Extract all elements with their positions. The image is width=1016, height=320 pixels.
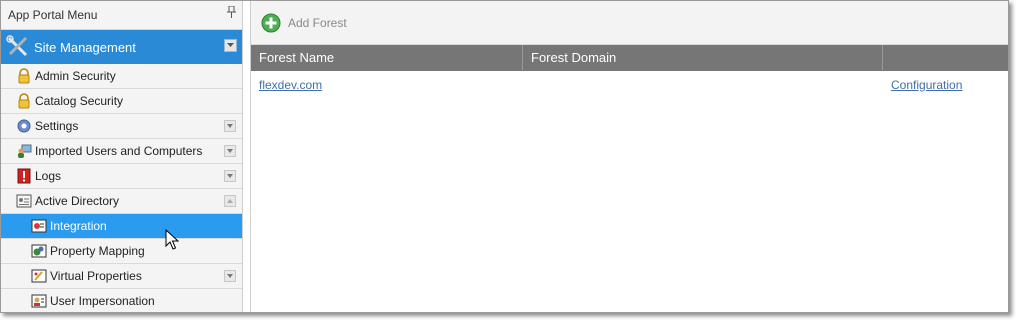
expand-toggle[interactable] — [224, 145, 236, 157]
toolbar: Add Forest — [251, 1, 1008, 45]
user-impersonation-icon — [31, 294, 47, 308]
sidebar-item-label: Settings — [35, 119, 79, 133]
column-actions — [883, 45, 1008, 71]
sidebar-item-catalog-security[interactable]: Catalog Security — [1, 89, 242, 114]
sidebar-item-active-directory[interactable]: Active Directory — [1, 189, 242, 214]
expand-toggle[interactable] — [224, 170, 236, 182]
lock-icon — [18, 68, 30, 84]
sidebar-item-label: User Impersonation — [50, 294, 155, 308]
sidebar-item-label: Logs — [35, 169, 62, 183]
sidebar-item-label: Virtual Properties — [50, 269, 142, 283]
column-forest-name[interactable]: Forest Name — [251, 45, 523, 71]
add-circle-icon — [261, 13, 281, 32]
column-forest-domain[interactable]: Forest Domain — [523, 45, 883, 71]
sidebar-item-label: Property Mapping — [50, 244, 145, 258]
sidebar-item-virtual-properties[interactable]: Virtual Properties — [1, 264, 242, 289]
forest-name-link[interactable]: flexdev.com — [259, 78, 322, 92]
expand-toggle[interactable] — [224, 270, 236, 282]
group-label: Site Management — [34, 39, 136, 55]
tools-icon — [6, 35, 28, 57]
directory-icon — [16, 194, 32, 208]
property-mapping-icon — [31, 244, 47, 258]
grid-header: Forest Name Forest Domain — [251, 45, 1008, 71]
sidebar-item-integration[interactable]: Integration — [1, 214, 242, 239]
configuration-link[interactable]: Configuration — [891, 78, 962, 92]
sidebar-item-label: Admin Security — [35, 69, 116, 83]
sidebar-item-settings[interactable]: Settings — [1, 114, 242, 139]
table-row: flexdev.com Configuration — [251, 71, 1008, 98]
actions-cell: Configuration — [883, 78, 1008, 92]
main-panel: Add Forest Forest Name Forest Domain fle… — [250, 1, 1008, 312]
gear-icon — [17, 119, 31, 133]
add-forest-label: Add Forest — [288, 15, 347, 30]
mouse-cursor-icon — [165, 229, 179, 250]
integration-icon — [31, 219, 47, 233]
site-management-group[interactable]: Site Management — [1, 30, 242, 64]
users-computer-icon — [18, 144, 32, 158]
pin-icon[interactable] — [227, 1, 236, 29]
menu-title: App Portal Menu — [8, 8, 98, 22]
collapse-toggle[interactable] — [224, 39, 237, 52]
app-portal-menu: App Portal Menu Site Management Admin Se… — [1, 1, 243, 312]
lock-icon — [18, 93, 30, 109]
log-alert-icon — [17, 168, 31, 184]
sidebar-item-imported-users[interactable]: Imported Users and Computers — [1, 139, 242, 164]
collapse-toggle[interactable] — [224, 195, 236, 207]
sidebar-item-logs[interactable]: Logs — [1, 164, 242, 189]
sidebar-item-label: Active Directory — [35, 194, 120, 208]
sidebar-item-label: Catalog Security — [35, 94, 124, 108]
virtual-properties-icon — [31, 269, 47, 283]
sidebar-item-property-mapping[interactable]: Property Mapping — [1, 239, 242, 264]
forest-name-cell: flexdev.com — [251, 78, 523, 92]
expand-toggle[interactable] — [224, 120, 236, 132]
add-forest-button[interactable]: Add Forest — [261, 13, 347, 33]
sidebar-item-label: Integration — [50, 219, 107, 233]
sidebar-item-label: Imported Users and Computers — [35, 144, 203, 158]
sidebar-item-user-impersonation[interactable]: User Impersonation — [1, 289, 242, 312]
app-window: App Portal Menu Site Management Admin Se… — [0, 0, 1009, 313]
menu-header: App Portal Menu — [1, 1, 242, 30]
sidebar-item-admin-security[interactable]: Admin Security — [1, 64, 242, 89]
